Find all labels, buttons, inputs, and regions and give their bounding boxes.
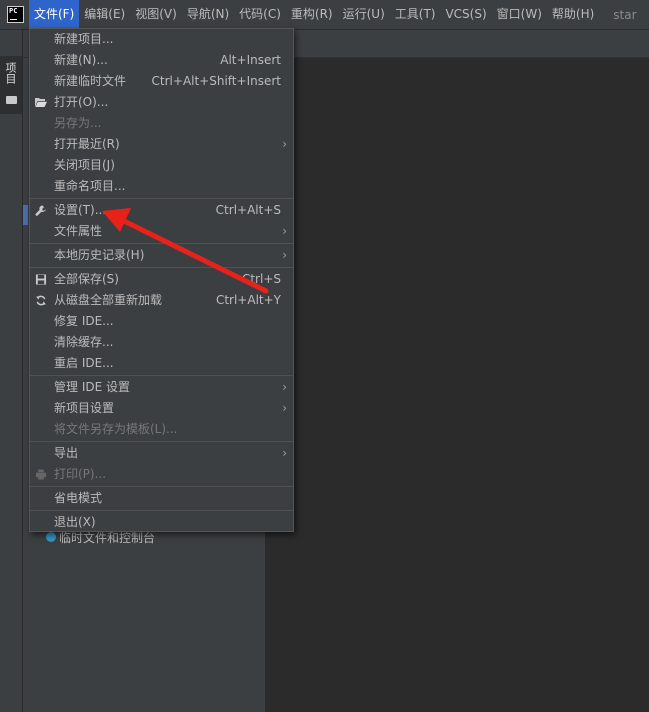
menu-item-reload-from-disk[interactable]: 从磁盘全部重新加载 Ctrl+Alt+Y (30, 290, 293, 311)
chevron-right-icon: › (282, 137, 287, 151)
menu-item-settings[interactable]: 设置(T)... Ctrl+Alt+S (30, 200, 293, 221)
menu-edit[interactable]: 编辑(E) (79, 0, 130, 29)
menu-item-close-project[interactable]: 关闭项目(J) (30, 155, 293, 176)
menu-separator (30, 243, 293, 244)
menu-item-open[interactable]: 打开(O)... (30, 92, 293, 113)
menu-separator (30, 267, 293, 268)
chevron-right-icon: › (282, 380, 287, 394)
file-menu-dropdown: 新建项目... 新建(N)... Alt+Insert 新建临时文件 Ctrl+… (29, 28, 294, 532)
window-title: star (613, 7, 637, 22)
menu-item-repair-ide[interactable]: 修复 IDE... (30, 311, 293, 332)
menu-tools[interactable]: 工具(T) (390, 0, 441, 29)
menu-vcs[interactable]: VCS(S) (440, 0, 491, 29)
menu-separator (30, 486, 293, 487)
menu-item-new-scratch-file[interactable]: 新建临时文件 Ctrl+Alt+Shift+Insert (30, 71, 293, 92)
menu-item-local-history[interactable]: 本地历史记录(H) › (30, 245, 293, 266)
menu-view[interactable]: 视图(V) (130, 0, 182, 29)
menu-bar: PC 文件(F) 编辑(E) 视图(V) 导航(N) 代码(C) 重构(R) 运… (0, 0, 649, 30)
menu-item-save-as-template: 将文件另存为模板(L)... (54, 422, 178, 436)
chevron-right-icon: › (282, 401, 287, 415)
reload-icon (36, 295, 46, 306)
menu-item-restart-ide[interactable]: 重启 IDE... (30, 353, 293, 374)
pycharm-logo-icon: PC (7, 6, 24, 23)
menu-item-export[interactable]: 导出 › (30, 443, 293, 464)
menu-item-manage-ide-settings[interactable]: 管理 IDE 设置 › (30, 377, 293, 398)
chevron-right-icon: › (282, 224, 287, 238)
tree-selection-marker (23, 205, 28, 225)
menu-separator (30, 375, 293, 376)
menu-window[interactable]: 窗口(W) (492, 0, 547, 29)
editor-tab-bar (265, 30, 649, 58)
menu-separator (30, 441, 293, 442)
menu-navigate[interactable]: 导航(N) (182, 0, 234, 29)
menu-item-save-all[interactable]: 全部保存(S) Ctrl+S (30, 269, 293, 290)
save-icon (35, 274, 47, 285)
wrench-icon (35, 205, 46, 216)
menu-run[interactable]: 运行(U) (338, 0, 390, 29)
editor-area (265, 30, 649, 712)
menu-item-new-project-settings[interactable]: 新项目设置 › (30, 398, 293, 419)
menu-file[interactable]: 文件(F) (29, 0, 80, 29)
menu-help[interactable]: 帮助(H) (547, 0, 599, 29)
menu-code[interactable]: 代码(C) (234, 0, 286, 29)
menu-refactor[interactable]: 重构(R) (286, 0, 338, 29)
menu-item-new[interactable]: 新建(N)... Alt+Insert (30, 50, 293, 71)
folder-icon (6, 96, 17, 104)
menu-item-save-as: 另存为... (54, 116, 102, 130)
menu-separator (30, 198, 293, 199)
menu-item-invalidate-caches[interactable]: 清除缓存... (30, 332, 293, 353)
menu-item-file-properties[interactable]: 文件属性 › (30, 221, 293, 242)
menu-item-exit[interactable]: 退出(X) (30, 512, 293, 533)
chevron-right-icon: › (282, 446, 287, 460)
menu-item-new-project[interactable]: 新建项目... (30, 29, 293, 50)
folder-open-icon (35, 98, 47, 107)
menu-item-rename-project[interactable]: 重命名项目... (30, 176, 293, 197)
printer-icon (35, 469, 47, 480)
left-tool-stripe (0, 30, 23, 712)
chevron-right-icon: › (282, 248, 287, 262)
menu-item-open-recent[interactable]: 打开最近(R) › (30, 134, 293, 155)
menu-separator (30, 510, 293, 511)
menu-item-power-save-mode[interactable]: 省电模式 (30, 488, 293, 509)
scratches-icon (46, 532, 56, 542)
menu-item-print: 打印(P)... (30, 464, 293, 485)
project-tool-tab-label: 项目 (4, 62, 17, 84)
